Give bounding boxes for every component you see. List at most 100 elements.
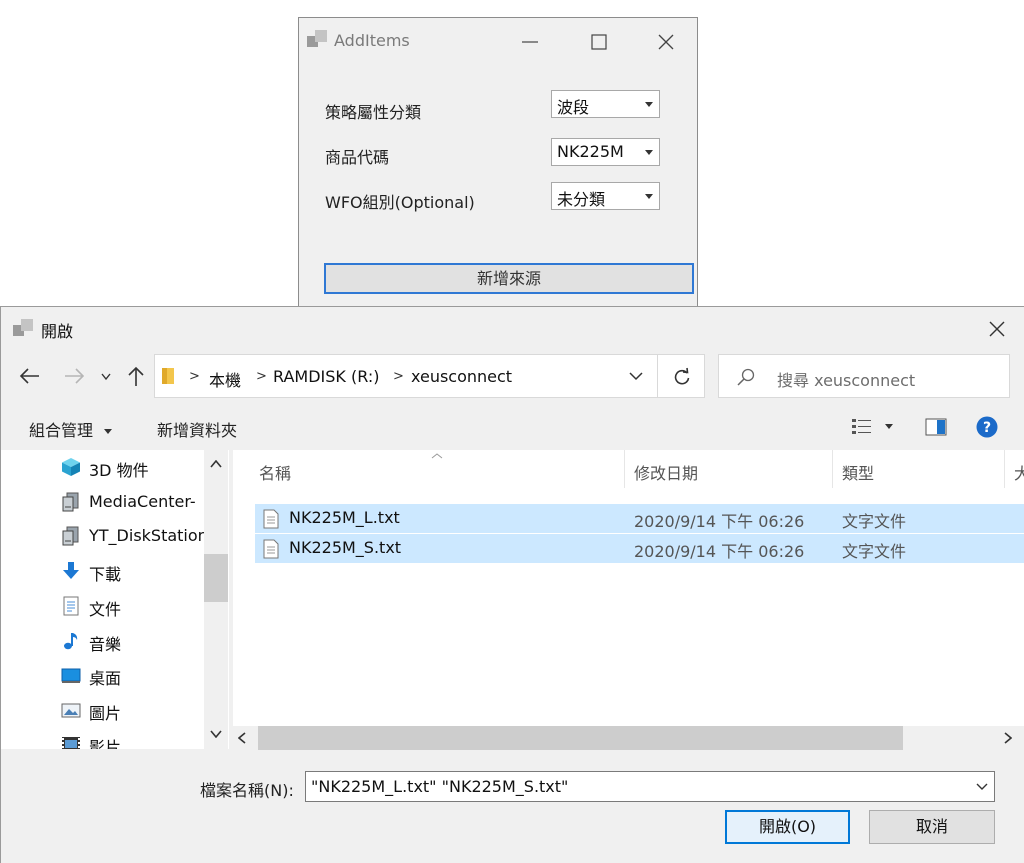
scroll-right-button[interactable] <box>1004 732 1012 744</box>
nav-item-label: 桌面 <box>89 669 122 688</box>
new-folder-button[interactable]: 新增資料夾 <box>157 417 237 441</box>
chevron-left-icon <box>238 732 246 744</box>
combo-value: 波段 <box>557 98 590 117</box>
chevron-down-icon <box>645 194 653 199</box>
arrow-right-icon <box>65 368 85 384</box>
chevron-down-icon <box>645 102 653 107</box>
address-bar[interactable]: > 本機 > RAMDISK (R:) > xeusconnect <box>154 354 705 398</box>
product-code-label: 商品代碼 <box>325 148 390 167</box>
nav-pane-scrollbar[interactable] <box>204 450 228 749</box>
nav-item-label: 圖片 <box>89 704 122 723</box>
wfo-group-combo[interactable]: 未分類 <box>551 182 660 210</box>
filename-input[interactable]: "NK225M_L.txt" "NK225M_S.txt" <box>305 771 995 802</box>
file-row[interactable]: NK225M_L.txt 2020/9/14 下午 06:26 文字文件 <box>255 504 1024 533</box>
cancel-button[interactable]: 取消 <box>869 810 995 844</box>
navigation-pane: 3D 物件 MediaCenter- YT_DiskStation 下載 文件 <box>1 450 229 749</box>
caret-down-icon <box>885 424 893 429</box>
file-list-scrollbar[interactable] <box>233 726 1024 750</box>
network-drive-icon <box>61 492 81 512</box>
nav-item-yt-diskstation[interactable]: YT_DiskStation <box>61 523 211 549</box>
dialog-title: 開啟 <box>41 322 74 341</box>
nav-item-label: 音樂 <box>89 635 122 654</box>
column-header-size[interactable]: 大 <box>1014 460 1024 484</box>
chevron-down-icon <box>101 373 111 381</box>
search-box[interactable]: 搜尋 xeusconnect <box>718 354 1010 398</box>
nav-item-downloads[interactable]: 下載 <box>61 558 211 584</box>
nav-item-desktop[interactable]: 桌面 <box>61 662 211 688</box>
up-button[interactable] <box>127 365 145 387</box>
filename-label: 檔案名稱(N): <box>200 781 294 800</box>
refresh-icon <box>674 367 690 385</box>
chevron-down-icon <box>629 372 643 381</box>
search-placeholder: 搜尋 xeusconnect <box>777 371 916 390</box>
scrollbar-thumb[interactable] <box>204 554 228 602</box>
sort-indicator-icon <box>431 453 443 459</box>
open-file-dialog: 開啟 > 本機 > RAMDISK (R:) > xeusconnect 搜尋 … <box>0 306 1024 863</box>
column-divider <box>832 450 833 488</box>
chevron-down-icon <box>976 783 988 790</box>
back-button[interactable] <box>19 366 41 386</box>
filename-value: "NK225M_L.txt" "NK225M_S.txt" <box>311 777 569 796</box>
preview-pane-button[interactable] <box>925 418 947 436</box>
scroll-left-button[interactable] <box>238 732 246 744</box>
3d-objects-icon <box>61 457 81 477</box>
filename-dropdown-button[interactable] <box>976 783 988 791</box>
chevron-right-icon: > <box>256 369 267 384</box>
wfo-group-label: WFO組別(Optional) <box>325 193 475 212</box>
nav-item-mediacenter[interactable]: MediaCenter- <box>61 489 211 515</box>
caret-down-icon <box>103 429 112 434</box>
forward-button[interactable] <box>63 366 85 386</box>
file-list: 名稱 修改日期 類型 大 NK225M_L.txt 2020/9/14 下午 0… <box>233 450 1024 749</box>
strategy-category-combo[interactable]: 波段 <box>551 90 660 118</box>
organize-label: 組合管理 <box>29 421 94 440</box>
maximize-button[interactable] <box>587 30 611 54</box>
documents-icon <box>61 596 81 616</box>
scroll-down-button[interactable] <box>210 730 222 738</box>
refresh-button[interactable] <box>672 367 692 387</box>
nav-item-videos[interactable]: 影片 <box>61 731 211 749</box>
view-options-dropdown[interactable] <box>885 424 893 429</box>
videos-icon <box>61 734 81 749</box>
file-type: 文字文件 <box>842 542 907 561</box>
nav-item-label: 文件 <box>89 600 122 619</box>
scroll-up-button[interactable] <box>210 460 222 468</box>
add-source-button[interactable]: 新增來源 <box>324 263 694 294</box>
help-button[interactable]: ? <box>976 416 998 438</box>
scrollbar-thumb[interactable] <box>258 726 903 750</box>
column-header-date[interactable]: 修改日期 <box>634 460 698 484</box>
nav-item-3d-objects[interactable]: 3D 物件 <box>61 454 211 480</box>
product-code-combo[interactable]: NK225M <box>551 138 660 166</box>
chevron-right-icon: > <box>189 369 200 384</box>
breadcrumb-item[interactable]: RAMDISK (R:) <box>273 367 380 386</box>
chevron-down-icon <box>210 730 222 738</box>
view-options-button[interactable] <box>851 417 873 435</box>
recent-locations-button[interactable] <box>101 373 111 381</box>
dialog-icon <box>13 317 35 339</box>
organize-menu-button[interactable]: 組合管理 <box>29 417 112 441</box>
address-dropdown-button[interactable] <box>629 372 643 381</box>
column-divider <box>624 450 625 488</box>
file-row[interactable]: NK225M_S.txt 2020/9/14 下午 06:26 文字文件 <box>255 534 1024 563</box>
column-header-name[interactable]: 名稱 <box>259 460 291 484</box>
nav-item-music[interactable]: 音樂 <box>61 628 211 654</box>
column-header-type[interactable]: 類型 <box>842 460 874 484</box>
nav-item-pictures[interactable]: 圖片 <box>61 697 211 723</box>
minimize-button[interactable] <box>518 30 542 54</box>
network-drive-icon <box>61 526 81 546</box>
breadcrumb-item[interactable]: 本機 <box>209 367 241 391</box>
chevron-right-icon <box>1004 732 1012 744</box>
chevron-up-icon <box>210 460 222 468</box>
close-button[interactable] <box>654 30 678 54</box>
nav-item-label: MediaCenter- <box>89 492 196 511</box>
music-icon <box>61 631 81 651</box>
nav-item-documents[interactable]: 文件 <box>61 593 211 619</box>
file-date: 2020/9/14 下午 06:26 <box>634 542 805 561</box>
breadcrumb-item[interactable]: xeusconnect <box>411 367 512 386</box>
app-icon <box>307 28 329 50</box>
file-name: NK225M_L.txt <box>289 508 400 527</box>
preview-pane-icon <box>925 418 947 436</box>
search-icon <box>737 368 755 386</box>
combo-value: 未分類 <box>557 190 606 209</box>
open-button[interactable]: 開啟(O) <box>725 810 850 844</box>
dialog-close-button[interactable] <box>985 317 1009 341</box>
